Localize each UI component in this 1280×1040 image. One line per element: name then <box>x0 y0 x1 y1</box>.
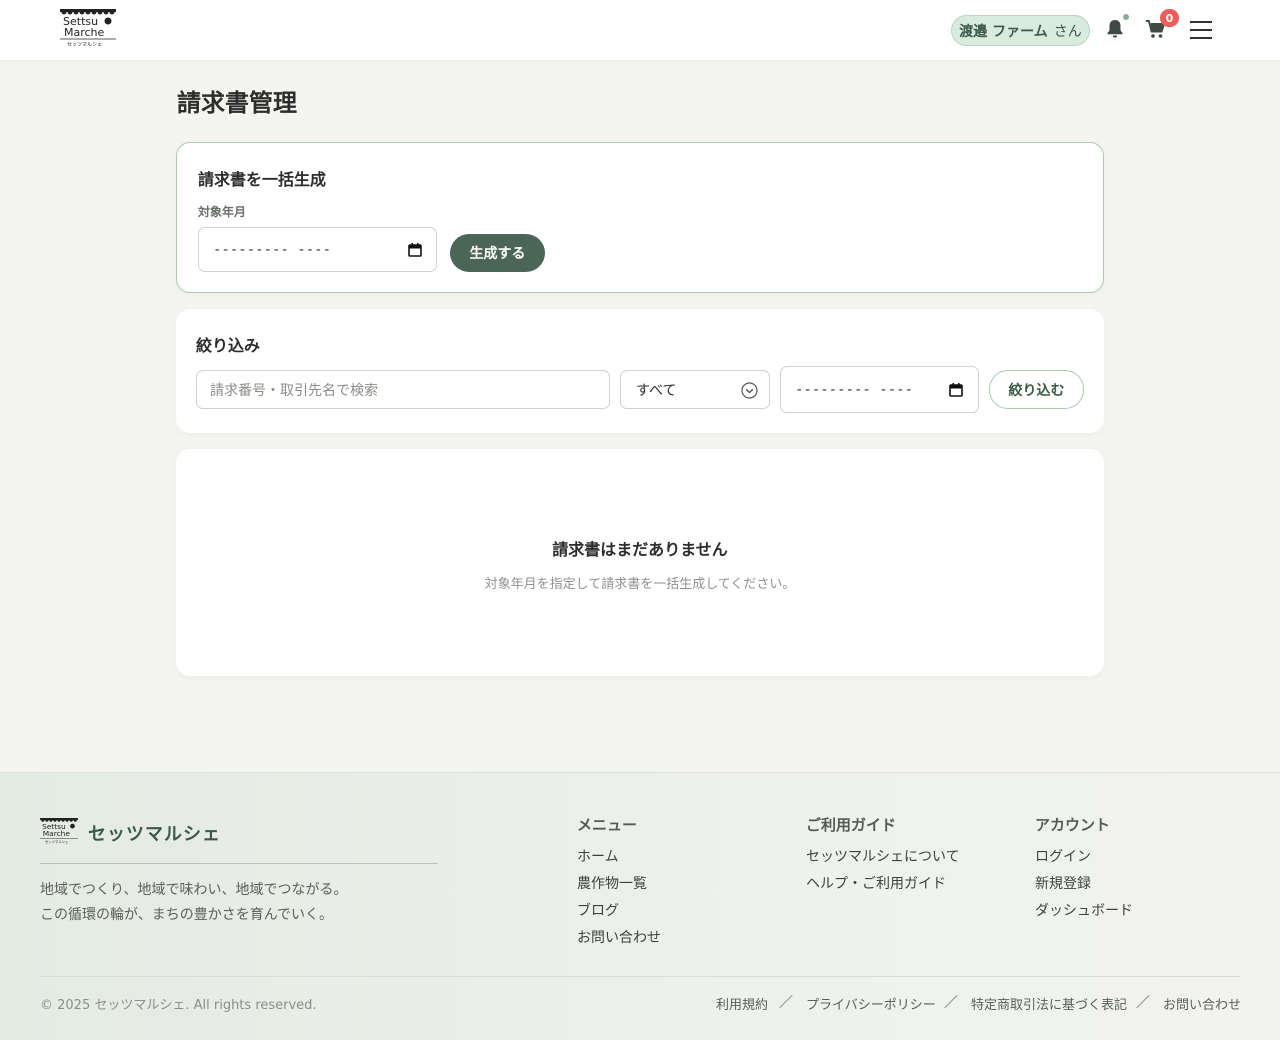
user-suffix: さん <box>1053 23 1082 40</box>
footer-link-products[interactable]: 農作物一覧 <box>577 873 647 893</box>
hamburger-menu-icon[interactable] <box>1190 20 1212 40</box>
footer-brand-name: セッツマルシェ <box>88 824 221 845</box>
footer-menu-title: メニュー <box>577 816 638 834</box>
footer-bottom-divider <box>40 976 1240 977</box>
invoice-search-input[interactable]: 請求番号・取引先名で検索 <box>196 370 610 409</box>
filter-title: 絞り込み <box>196 336 261 355</box>
calendar-icon[interactable] <box>949 383 963 397</box>
footer-link-register[interactable]: 新規登録 <box>1035 873 1091 893</box>
target-month-value: --------- ---- <box>213 241 332 258</box>
footer-tagline-1: 地域でつくり、地域で味わい、地域でつながる。 <box>40 882 348 898</box>
target-month-input[interactable]: --------- ---- <box>198 227 437 272</box>
user-name-pill[interactable]: 渡邉 ファーム さん <box>951 15 1090 46</box>
filter-month-input[interactable]: --------- ---- <box>780 366 979 413</box>
legal-separator: ／ <box>1136 995 1150 1011</box>
invoice-list-empty-state: 請求書はまだありません 対象年月を指定して請求書を一括生成してください。 <box>176 449 1104 676</box>
status-select[interactable]: すべて <box>620 370 770 409</box>
chevron-down-icon <box>741 382 758 399</box>
footer-link-about[interactable]: セッツマルシェについて <box>806 846 960 866</box>
legal-link-contact[interactable]: お問い合わせ <box>1163 994 1241 1013</box>
footer-guide-title: ご利用ガイド <box>806 816 897 834</box>
bulk-generate-card: 請求書を一括生成 対象年月 --------- ---- 生成する <box>176 142 1104 293</box>
legal-link-privacy[interactable]: プライバシーポリシー <box>806 994 936 1013</box>
cart-count-badge: 0 <box>1160 9 1179 27</box>
site-header: Settsu Marche セッツマルシェ 渡邉 ファーム さん 0 <box>0 0 1280 60</box>
footer-account-title: アカウント <box>1035 816 1111 834</box>
footer-logo-text-marche: Marche <box>43 829 71 838</box>
generate-button[interactable]: 生成する <box>450 234 545 272</box>
footer-link-blog[interactable]: ブログ <box>577 900 619 920</box>
invoice-search-placeholder: 請求番号・取引先名で検索 <box>210 382 378 399</box>
footer-logo[interactable]: Settsu Marche セッツマルシェ <box>40 818 78 845</box>
legal-separator: ／ <box>779 995 793 1011</box>
empty-state-description: 対象年月を指定して請求書を一括生成してください。 <box>484 577 796 592</box>
site-footer: Settsu Marche セッツマルシェ セッツマルシェ 地域でつくり、地域で… <box>0 772 1280 1040</box>
target-month-label: 対象年月 <box>198 205 247 219</box>
bell-icon[interactable] <box>1105 18 1125 40</box>
footer-link-help[interactable]: ヘルプ・ご利用ガイド <box>806 873 946 893</box>
filter-card: 絞り込み 請求番号・取引先名で検索 すべて --------- ---- 絞り込… <box>176 309 1104 433</box>
footer-link-login[interactable]: ログイン <box>1035 846 1091 866</box>
footer-logo-text-kana: セッツマルシェ <box>45 839 69 844</box>
legal-link-tokushoho[interactable]: 特定商取引法に基づく表記 <box>971 994 1127 1013</box>
settsu-marche-logo[interactable]: Settsu Marche セッツマルシェ <box>60 9 116 49</box>
empty-state-title: 請求書はまだありません <box>552 540 728 559</box>
user-name: 渡邉 ファーム <box>959 23 1048 40</box>
footer-link-contact[interactable]: お問い合わせ <box>577 927 661 947</box>
footer-link-home[interactable]: ホーム <box>577 846 619 866</box>
legal-link-terms[interactable]: 利用規約 <box>716 994 768 1013</box>
notification-dot <box>1123 14 1129 20</box>
legal-separator: ／ <box>944 995 958 1011</box>
status-select-value: すべて <box>636 382 677 399</box>
page-title: 請求書管理 <box>177 89 297 117</box>
logo-text-marche: Marche <box>64 26 105 39</box>
copyright: © 2025 セッツマルシェ. All rights reserved. <box>40 998 317 1013</box>
footer-divider <box>40 863 438 864</box>
footer-tagline-2: この循環の輪が、まちの豊かさを育んでいく。 <box>40 907 334 923</box>
filter-month-value: --------- ---- <box>795 381 914 398</box>
calendar-icon[interactable] <box>408 243 422 257</box>
logo-text-kana: セッツマルシェ <box>67 42 102 48</box>
bulk-generate-title: 請求書を一括生成 <box>198 170 327 189</box>
apply-filter-button[interactable]: 絞り込む <box>989 370 1084 409</box>
footer-link-dashboard[interactable]: ダッシュボード <box>1035 900 1133 920</box>
